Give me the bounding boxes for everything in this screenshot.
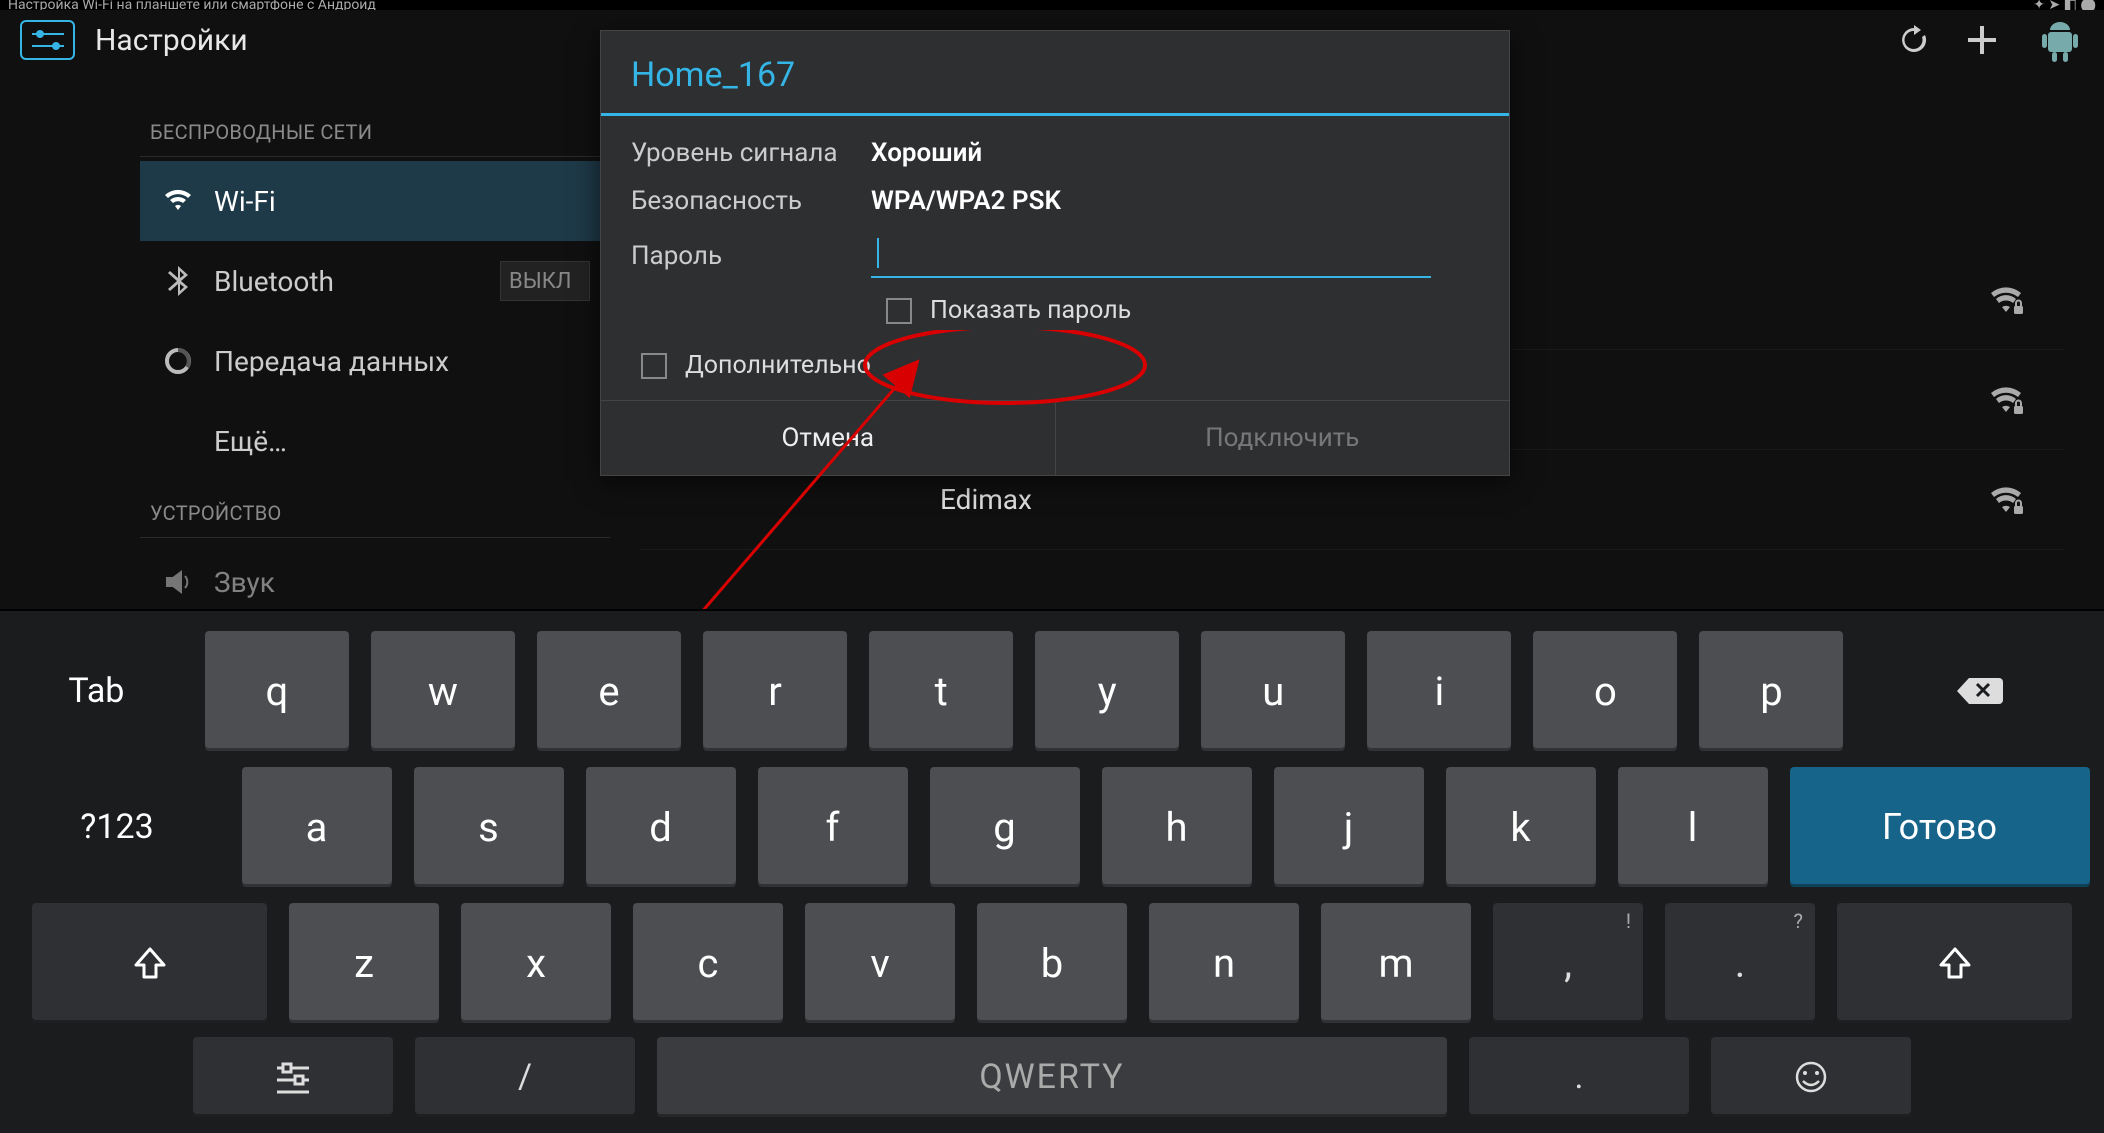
key-q[interactable]: q	[205, 631, 349, 751]
key-j[interactable]: j	[1274, 767, 1424, 887]
settings-app-icon	[20, 20, 75, 60]
settings-sidebar: БЕСПРОВОДНЫЕ СЕТИ Wi-Fi Bluetooth ВЫКЛ П…	[140, 100, 610, 622]
android-robot-icon	[2036, 16, 2084, 64]
key-f[interactable]: f	[758, 767, 908, 887]
key-a[interactable]: a	[242, 767, 392, 887]
sidebar-item-bluetooth[interactable]: Bluetooth ВЫКЛ	[140, 241, 610, 321]
key-enter[interactable]: Готово	[1790, 767, 2090, 887]
advanced-checkbox[interactable]	[641, 353, 667, 379]
key-slash[interactable]: /	[415, 1037, 635, 1117]
sidebar-item-label: Звук	[214, 566, 275, 599]
key-x[interactable]: x	[461, 903, 611, 1023]
key-z[interactable]: z	[289, 903, 439, 1023]
password-label: Пароль	[631, 241, 871, 271]
key-w[interactable]: w	[371, 631, 515, 751]
wifi-network-name: Edimax	[940, 483, 1988, 516]
data-usage-icon	[160, 347, 196, 375]
section-wireless: БЕСПРОВОДНЫЕ СЕТИ	[150, 120, 610, 144]
sidebar-item-more[interactable]: Ещё…	[140, 401, 610, 481]
key-tab[interactable]: Tab	[10, 631, 183, 751]
show-password-label: Показать пароль	[930, 296, 1131, 325]
refresh-icon[interactable]	[1890, 16, 1938, 64]
wifi-signal-secure-icon	[1988, 282, 2024, 318]
wifi-icon	[160, 186, 196, 216]
cancel-button[interactable]: Отмена	[601, 401, 1055, 475]
key-t[interactable]: t	[869, 631, 1013, 751]
key-period[interactable]: .	[1469, 1037, 1689, 1117]
sidebar-item-data-usage[interactable]: Передача данных	[140, 321, 610, 401]
show-password-checkbox[interactable]	[886, 298, 912, 324]
sidebar-item-label: Bluetooth	[214, 265, 334, 298]
key-h[interactable]: h	[1102, 767, 1252, 887]
screen: Настройка Wi-Fi на планшете или смартфон…	[0, 0, 2104, 1133]
password-input[interactable]	[871, 234, 1431, 278]
key-n[interactable]: n	[1149, 903, 1299, 1023]
onscreen-keyboard: Tab qwertyuiop ?123 asdfghjklГотово zxcv…	[0, 609, 2104, 1133]
key-shift-left[interactable]	[32, 903, 267, 1023]
sidebar-item-label: Ещё…	[214, 425, 287, 458]
key-m[interactable]: m	[1321, 903, 1471, 1023]
key-punct-8[interactable]: .?	[1665, 903, 1815, 1023]
key-b[interactable]: b	[977, 903, 1127, 1023]
sidebar-item-wifi[interactable]: Wi-Fi	[140, 161, 610, 241]
key-punct-7[interactable]: ,!	[1493, 903, 1643, 1023]
wifi-signal-secure-icon	[1988, 382, 2024, 418]
connect-button[interactable]: Подключить	[1055, 401, 1510, 475]
signal-strength-value: Хороший	[871, 138, 982, 168]
advanced-row[interactable]: Дополнительно	[641, 351, 1479, 380]
security-value: WPA/WPA2 PSK	[871, 186, 1061, 216]
wifi-connect-dialog: Home_167 Уровень сигнала Хороший Безопас…	[600, 30, 1510, 476]
key-symbols[interactable]: ?123	[15, 767, 220, 887]
advanced-label: Дополнительно	[685, 351, 871, 380]
bluetooth-icon	[160, 266, 196, 296]
key-r[interactable]: r	[703, 631, 847, 751]
key-emoji[interactable]	[1711, 1037, 1911, 1117]
signal-strength-label: Уровень сигнала	[631, 138, 871, 168]
sidebar-item-label: Передача данных	[214, 345, 449, 378]
browser-topbar: Настройка Wi-Fi на планшете или смартфон…	[0, 0, 2104, 10]
add-icon[interactable]	[1958, 16, 2006, 64]
key-backspace[interactable]	[1865, 631, 2094, 751]
wifi-signal-secure-icon	[1988, 482, 2024, 518]
key-space[interactable]: QWERTY	[657, 1037, 1447, 1117]
security-label: Безопасность	[631, 186, 871, 216]
key-v[interactable]: v	[805, 903, 955, 1023]
dialog-title: Home_167	[601, 31, 1509, 113]
key-o[interactable]: o	[1533, 631, 1677, 751]
section-device: УСТРОЙСТВО	[150, 501, 610, 525]
key-s[interactable]: s	[414, 767, 564, 887]
key-shift-right[interactable]	[1837, 903, 2072, 1023]
key-p[interactable]: p	[1699, 631, 1843, 751]
key-c[interactable]: c	[633, 903, 783, 1023]
key-l[interactable]: l	[1618, 767, 1768, 887]
key-u[interactable]: u	[1201, 631, 1345, 751]
sidebar-item-label: Wi-Fi	[214, 185, 276, 218]
key-k[interactable]: k	[1446, 767, 1596, 887]
key-input-settings[interactable]	[193, 1037, 393, 1117]
key-i[interactable]: i	[1367, 631, 1511, 751]
text-cursor	[877, 238, 879, 268]
key-g[interactable]: g	[930, 767, 1080, 887]
key-d[interactable]: d	[586, 767, 736, 887]
sound-icon	[160, 568, 196, 596]
app-title: Настройки	[95, 23, 248, 58]
key-e[interactable]: e	[537, 631, 681, 751]
bluetooth-toggle[interactable]: ВЫКЛ	[500, 261, 590, 301]
show-password-row[interactable]: Показать пароль	[886, 296, 1479, 325]
key-y[interactable]: y	[1035, 631, 1179, 751]
